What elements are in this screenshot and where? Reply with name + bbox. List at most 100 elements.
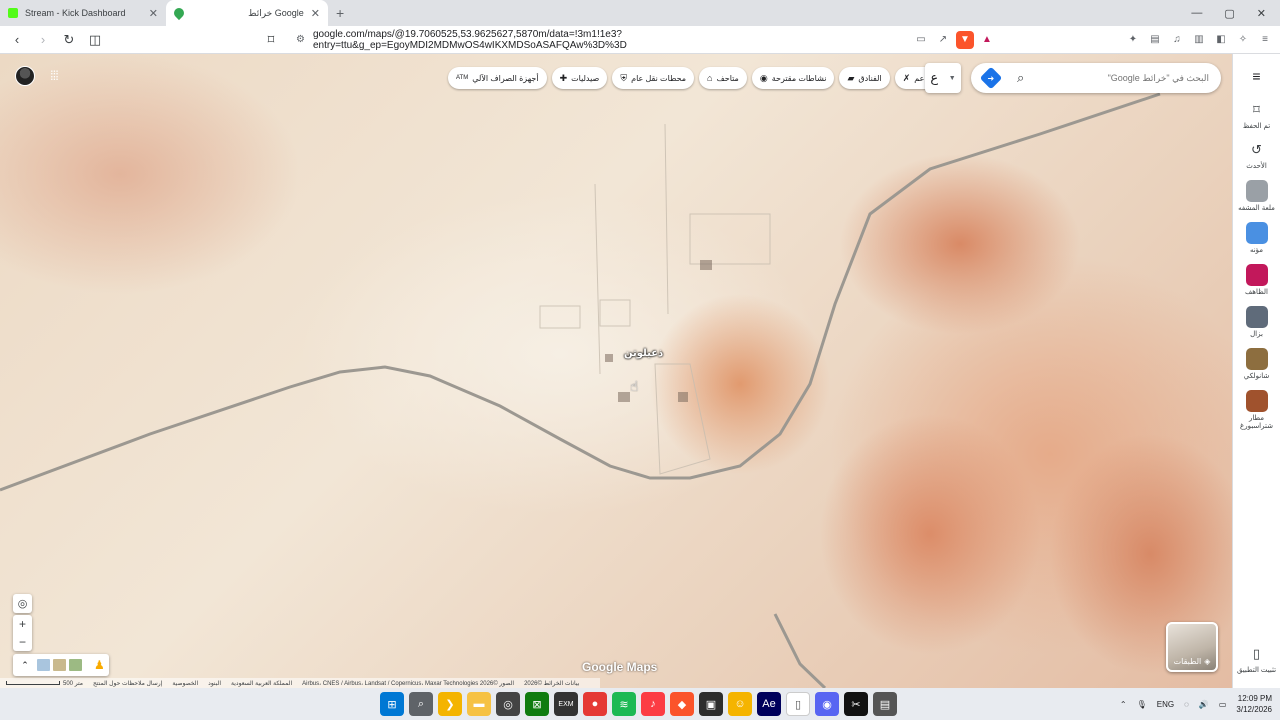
category-chips: ATM أجهزة الصراف الآلي ✚ صيدليات ⛨ محطات نق…	[448, 67, 946, 89]
after-effects-icon[interactable]: Ae	[757, 692, 781, 716]
battery-icon[interactable]: ▭	[1219, 700, 1227, 709]
satellite-map[interactable]: ⁞⁞⁞ ATM أجهزة الصراف الآلي ✚ صيدليات ⛨ محطا…	[0, 54, 1232, 688]
transit-layer-thumb[interactable]	[69, 659, 82, 671]
apps-grid-icon[interactable]: ⁞⁞⁞	[50, 68, 59, 83]
pegman-icon[interactable]: ♟	[94, 658, 106, 672]
sidebar-item-install-app[interactable]: ▯ تثبيت التطبيق	[1234, 644, 1280, 674]
footer-data: بيانات الخرائط ©2026	[524, 680, 580, 687]
show-hidden-icons[interactable]: ⌃	[1120, 700, 1127, 709]
history-icon: ↺	[1251, 142, 1262, 157]
sidebar-item-label: الظاهف	[1245, 289, 1268, 296]
maximize-button[interactable]: ▢	[1224, 7, 1234, 20]
brave-icon[interactable]: ◆	[670, 692, 694, 716]
footer-feedback[interactable]: إرسال ملاحظات حول المنتج	[93, 680, 162, 687]
search-input[interactable]	[1032, 73, 1209, 83]
chip-label: أجهزة الصراف الآلي	[472, 73, 539, 83]
microphone-icon[interactable]: 🎙	[1137, 700, 1147, 709]
chip-pharmacy[interactable]: ✚ صيدليات	[551, 67, 608, 89]
language-selector[interactable]: ع ▼	[925, 63, 961, 93]
footer-terms[interactable]: البنود	[208, 680, 221, 687]
traffic-layer-thumb[interactable]	[53, 659, 66, 671]
capcut-icon[interactable]: ✂	[844, 692, 868, 716]
tab-title: Stream - Kick Dashboard	[25, 8, 126, 18]
sidebar-item-recent[interactable]: ↺ الأحدث	[1234, 140, 1280, 170]
folder-icon[interactable]: ▬	[467, 692, 491, 716]
chip-label: متاحف	[716, 73, 739, 83]
sidebar-item-recent-place[interactable]: شانولكي	[1234, 348, 1280, 380]
xbox-icon[interactable]: ⊠	[525, 692, 549, 716]
terminal-icon[interactable]: ▣	[699, 692, 723, 716]
forward-button[interactable]: ›	[32, 29, 54, 51]
place-label[interactable]: ذعيلوتن	[624, 348, 663, 359]
sidebar-item-recent-place[interactable]: بزال	[1234, 306, 1280, 338]
map-scale[interactable]: 500 متر	[6, 680, 83, 687]
leo-ai-icon[interactable]: ✧	[1234, 31, 1252, 49]
zoom-in-button[interactable]: +	[19, 615, 26, 633]
music-icon[interactable]: ♫	[1168, 31, 1186, 49]
site-settings-icon[interactable]: ⚙	[296, 34, 305, 45]
sidebar-item-saved[interactable]: ⌑ تم الحفظ	[1234, 100, 1280, 130]
music-icon[interactable]: ♪	[641, 692, 665, 716]
reload-button[interactable]: ↻	[58, 29, 80, 51]
footer-privacy[interactable]: الخصوصية	[172, 680, 198, 687]
chip-transit[interactable]: ⛨ محطات نقل عام	[612, 67, 695, 89]
discord-face-icon[interactable]: ☺	[728, 692, 752, 716]
brave-rewards-icon[interactable]: ▲	[978, 31, 996, 49]
minimize-button[interactable]: —	[1191, 7, 1202, 20]
url-field[interactable]: ⌑ ⚙ google.com/maps/@19.7060525,53.96256…	[260, 29, 908, 51]
app-icon[interactable]: ▤	[873, 692, 897, 716]
close-window-button[interactable]: ✕	[1257, 7, 1266, 20]
brave-shields-icon[interactable]: ▼	[956, 30, 974, 49]
place-thumbnail	[1245, 264, 1268, 286]
spotify-icon[interactable]: ≋	[612, 692, 636, 716]
chip-hotels[interactable]: ▰ الفنادق	[839, 67, 890, 89]
share-icon[interactable]: ↗	[934, 31, 952, 49]
menu-icon[interactable]: ≡	[1256, 31, 1274, 49]
chip-museums[interactable]: ⌂ متاحف	[699, 67, 747, 89]
chevron-app-icon[interactable]: ❯	[438, 692, 462, 716]
split-view-icon[interactable]: ◧	[1212, 31, 1230, 49]
directions-button[interactable]: ➜	[979, 66, 1003, 90]
close-tab-icon[interactable]: ✕	[149, 7, 158, 20]
terrain-layer-thumb[interactable]	[37, 659, 50, 671]
tab-kick-dashboard[interactable]: Stream - Kick Dashboard ✕	[0, 0, 166, 26]
sidebar-toggle-icon[interactable]: ◫	[84, 29, 106, 51]
sidebar-item-recent-place[interactable]: الظاهف	[1234, 264, 1280, 296]
sidebar-item-recent-place[interactable]: ملعة المشفه	[1234, 180, 1280, 212]
record-icon[interactable]: ●	[583, 692, 607, 716]
discord-icon[interactable]: ◉	[815, 692, 839, 716]
layers-button[interactable]: الطبقات ◈	[1166, 622, 1218, 672]
profile-avatar[interactable]	[15, 66, 35, 86]
location-icon: ◎	[17, 598, 28, 610]
zoom-out-button[interactable]: −	[19, 633, 26, 651]
extensions-icon[interactable]: ✦	[1124, 31, 1142, 49]
windows-start-icon[interactable]: ⊞	[380, 692, 404, 716]
chip-activities[interactable]: ◉ نشاطات مقترحة	[751, 67, 835, 89]
exm-icon[interactable]: EXM	[554, 692, 578, 716]
search-icon[interactable]: ⌕	[409, 692, 433, 716]
footer-country[interactable]: المملكة العربية السعودية	[231, 680, 292, 687]
back-button[interactable]: ‹	[6, 29, 28, 51]
my-location-button[interactable]: ◎	[13, 594, 32, 613]
hamburger-menu-icon[interactable]: ≡	[1252, 68, 1260, 84]
tab-google-maps[interactable]: خرائط Google ✕	[166, 0, 328, 26]
sidebar-item-recent-place[interactable]: مطار شتراسبورغ	[1234, 390, 1280, 430]
new-tab-button[interactable]: +	[336, 5, 344, 21]
input-language[interactable]: ENG	[1157, 700, 1174, 709]
search-icon[interactable]: ⌕	[1017, 70, 1024, 86]
hotel-icon: ▰	[847, 72, 855, 83]
clock[interactable]: 12:09 PM 3/12/2026	[1236, 693, 1272, 715]
wallet-icon[interactable]: ▤	[1146, 31, 1164, 49]
close-tab-icon[interactable]: ✕	[311, 7, 320, 20]
network-icon[interactable]: ◌	[1184, 700, 1189, 709]
sidebar-item-recent-place[interactable]: مؤنه	[1234, 222, 1280, 254]
chip-atm[interactable]: ATM أجهزة الصراف الآلي	[448, 67, 547, 89]
cast-icon[interactable]: ▭	[912, 31, 930, 49]
chatgpt-icon[interactable]: ◎	[496, 692, 520, 716]
volume-icon[interactable]: 🔊	[1199, 700, 1209, 709]
bookmark-icon[interactable]: ⌑	[260, 29, 282, 51]
document-icon[interactable]: ▯	[786, 692, 810, 716]
reading-list-icon[interactable]: ▥	[1190, 31, 1208, 49]
sidebar-item-label: بزال	[1250, 331, 1263, 338]
expand-icon[interactable]: ⌃	[16, 660, 34, 671]
